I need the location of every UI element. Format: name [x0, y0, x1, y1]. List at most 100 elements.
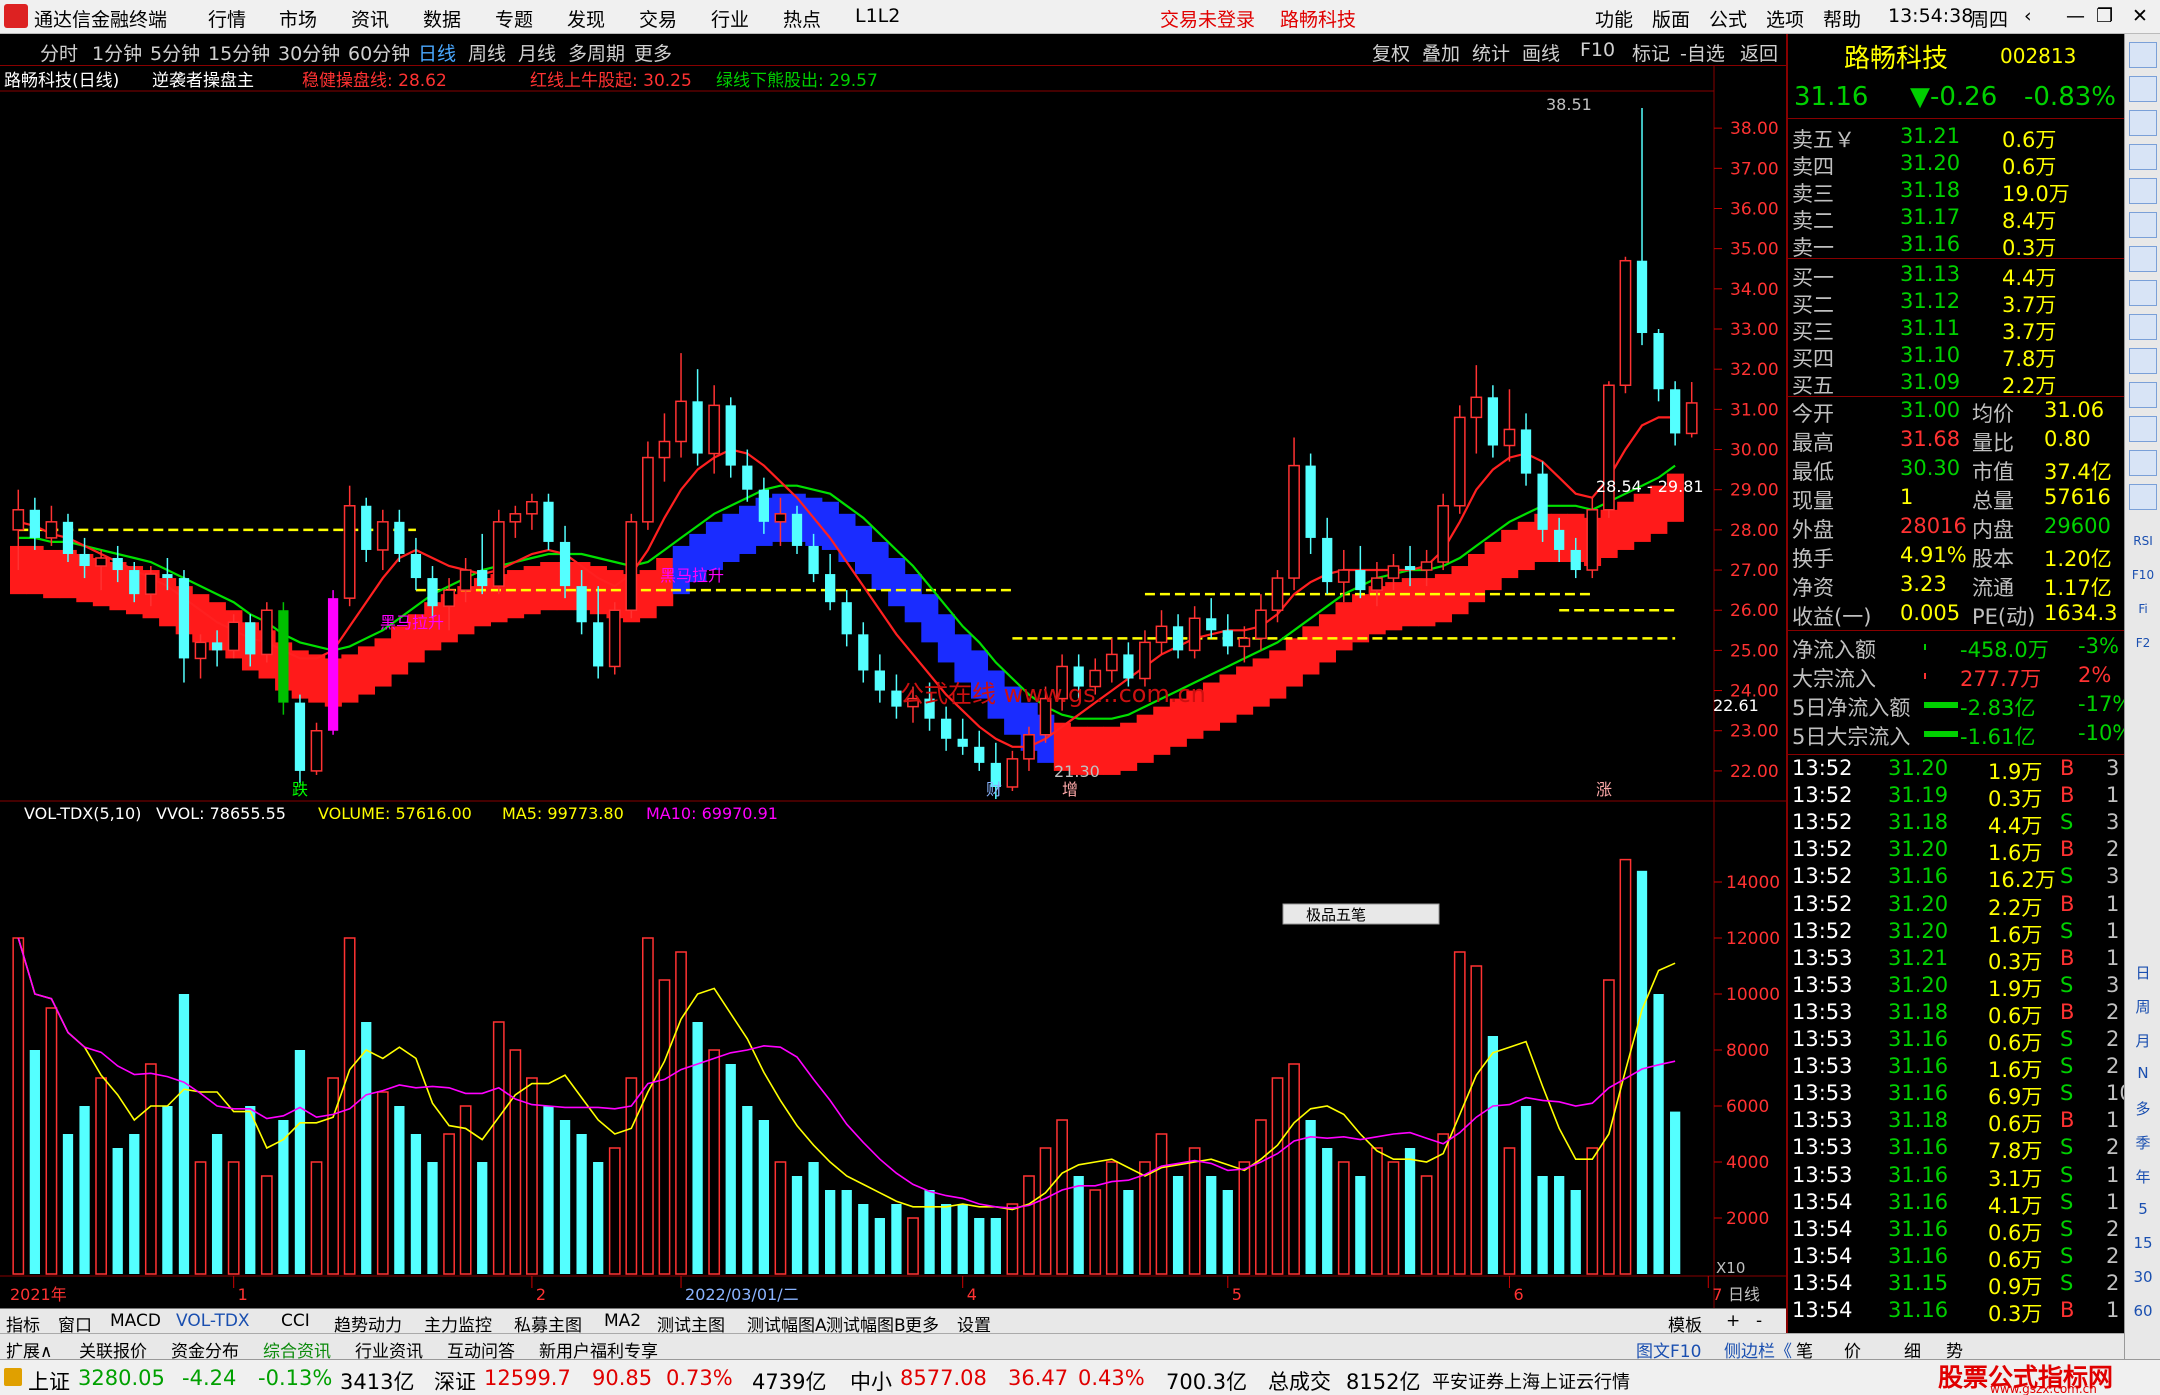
maximize-icon[interactable]: ❐	[2096, 5, 2113, 27]
tool-mark[interactable]: 标记	[1632, 39, 1670, 66]
tick-time: 13:54	[1792, 1298, 1853, 1322]
period-tab-intraday[interactable]: 分时	[40, 39, 78, 66]
date-axis-label: 5	[1232, 1285, 1242, 1304]
sz-change: 90.85	[592, 1366, 653, 1390]
sh-label[interactable]: 上证	[28, 1366, 70, 1395]
period-tab-5min[interactable]: 5分钟	[150, 39, 200, 66]
sidebar-tool-icon[interactable]	[2129, 382, 2157, 408]
tick-side: S	[2060, 1189, 2074, 1214]
tool-draw[interactable]: 画线	[1522, 39, 1560, 66]
menu-discover[interactable]: 发现	[567, 5, 605, 32]
menu-industry[interactable]: 行业	[711, 5, 749, 32]
tick-side: S	[2060, 1162, 2074, 1187]
mini-panel-ime[interactable]: 极品五笔	[1306, 906, 1366, 924]
sidebar-tool-icon[interactable]	[2129, 246, 2157, 272]
period-tab-30min[interactable]: 30分钟	[278, 39, 340, 66]
volume-bar	[194, 1161, 207, 1275]
sidebar-tool-icon[interactable]	[2129, 76, 2157, 102]
back-icon[interactable]: ‹	[2024, 5, 2032, 27]
menu-topics[interactable]: 专题	[495, 5, 533, 32]
tool-fuquan[interactable]: 复权	[1372, 39, 1410, 66]
period-tab-15min[interactable]: 15分钟	[208, 39, 270, 66]
tick-price: 31.20	[1888, 891, 1949, 916]
sidebar-period-11[interactable]: RSI	[2129, 534, 2157, 548]
sidebar-period-0[interactable]: 日	[2129, 962, 2157, 983]
sidebar-period-12[interactable]: F10	[2129, 568, 2157, 582]
sidebar-period-8[interactable]: 15	[2129, 1234, 2157, 1252]
line-red-bull: 红线上牛股起: 30.25	[530, 71, 692, 91]
sidebar-period-10[interactable]: 60	[2129, 1302, 2157, 1320]
menu-formula[interactable]: 公式	[1709, 5, 1747, 32]
bid-price: 31.11	[1900, 316, 1961, 340]
sidebar-period-3[interactable]: N	[2129, 1064, 2157, 1082]
menu-hot[interactable]: 热点	[783, 5, 821, 32]
menu-help[interactable]: 帮助	[1823, 5, 1861, 32]
sidebar-period-9[interactable]: 30	[2129, 1268, 2157, 1286]
volume-bar	[112, 1148, 123, 1274]
period-tab-more[interactable]: 更多	[634, 39, 672, 66]
period-tab-60min[interactable]: 60分钟	[348, 39, 410, 66]
zx-label[interactable]: 中小	[850, 1366, 892, 1395]
sidebar-tool-icon[interactable]	[2129, 450, 2157, 476]
period-tab-daily[interactable]: 日线	[418, 39, 456, 66]
candle-body	[858, 634, 869, 671]
menu-news[interactable]: 资讯	[351, 5, 389, 32]
tool-overlay[interactable]: 叠加	[1422, 39, 1460, 66]
menu-trade[interactable]: 交易	[639, 5, 677, 32]
sidebar-period-2[interactable]: 月	[2129, 1030, 2157, 1051]
menu-market[interactable]: 市场	[279, 5, 317, 32]
kline-chart[interactable]: 38.00 37.00 36.00 35.00 34.00 33.00 32.00 31.00…	[0, 66, 1786, 1311]
sidebar-tool-icon[interactable]	[2129, 110, 2157, 136]
sidebar-tool-icon[interactable]	[2129, 484, 2157, 510]
sz-label[interactable]: 深证	[434, 1366, 476, 1395]
volume-bar	[178, 994, 190, 1274]
sidebar-period-4[interactable]: 多	[2129, 1098, 2157, 1119]
main-indicator-name[interactable]: 逆袭者操盘主	[152, 71, 254, 91]
ask-price: 31.18	[1900, 178, 1961, 202]
menu-options[interactable]: 选项	[1766, 5, 1804, 32]
sidebar-tool-icon[interactable]	[2129, 144, 2157, 170]
indicator-tab-3[interactable]: VOL-TDX	[176, 1311, 250, 1331]
period-tab-weekly[interactable]: 周线	[468, 39, 506, 66]
sidebar-tool-icon[interactable]	[2129, 416, 2157, 442]
indicator-tab-4[interactable]: CCI	[281, 1311, 310, 1331]
candle-body	[1337, 569, 1350, 583]
indicator-tab-right-1[interactable]: +	[1726, 1311, 1740, 1331]
menu-quotes[interactable]: 行情	[208, 5, 246, 32]
sidebar-tool-icon[interactable]	[2129, 314, 2157, 340]
sidebar-tool-icon[interactable]	[2129, 348, 2157, 374]
indicator-tab-right-2[interactable]: -	[1756, 1311, 1762, 1331]
close-icon[interactable]: ✕	[2132, 5, 2148, 27]
sidebar-period-6[interactable]: 年	[2129, 1166, 2157, 1187]
tick-count: 2	[2106, 837, 2120, 862]
minimize-icon[interactable]: —	[2066, 5, 2085, 27]
menu-data[interactable]: 数据	[423, 5, 461, 32]
period-tab-monthly[interactable]: 月线	[518, 39, 556, 66]
sidebar-period-1[interactable]: 周	[2129, 996, 2157, 1017]
sidebar-tool-icon[interactable]	[2129, 212, 2157, 238]
sidebar-period-13[interactable]: Fi	[2129, 602, 2157, 616]
indicator-tab-8[interactable]: MA2	[604, 1311, 641, 1331]
login-status[interactable]: 交易未登录	[1160, 5, 1255, 32]
period-tab-1min[interactable]: 1分钟	[92, 39, 142, 66]
tool-watchlist[interactable]: -自选	[1680, 39, 1725, 66]
sidebar-tool-icon[interactable]	[2129, 280, 2157, 306]
sidebar-period-14[interactable]: F2	[2129, 636, 2157, 650]
tool-back[interactable]: 返回	[1740, 39, 1778, 66]
sidebar-tool-icon[interactable]	[2129, 178, 2157, 204]
candle-body	[526, 501, 538, 515]
menu-function[interactable]: 功能	[1595, 5, 1633, 32]
tool-stats[interactable]: 统计	[1472, 39, 1510, 66]
volume-bar	[1056, 1119, 1068, 1275]
volume-bar	[692, 1022, 703, 1274]
stat-label: 现量	[1792, 489, 1834, 513]
menu-l1l2[interactable]: L1L2	[855, 5, 900, 27]
sidebar-tool-icon[interactable]	[2129, 42, 2157, 68]
indicator-tab-2[interactable]: MACD	[110, 1311, 161, 1331]
sidebar-period-5[interactable]: 季	[2129, 1132, 2157, 1153]
sidebar-period-7[interactable]: 5	[2129, 1200, 2157, 1218]
quote-stock-code: 002813	[2000, 44, 2077, 68]
period-tab-multi[interactable]: 多周期	[568, 39, 625, 66]
tool-f10[interactable]: F10	[1580, 39, 1615, 61]
menu-layout[interactable]: 版面	[1652, 5, 1690, 32]
